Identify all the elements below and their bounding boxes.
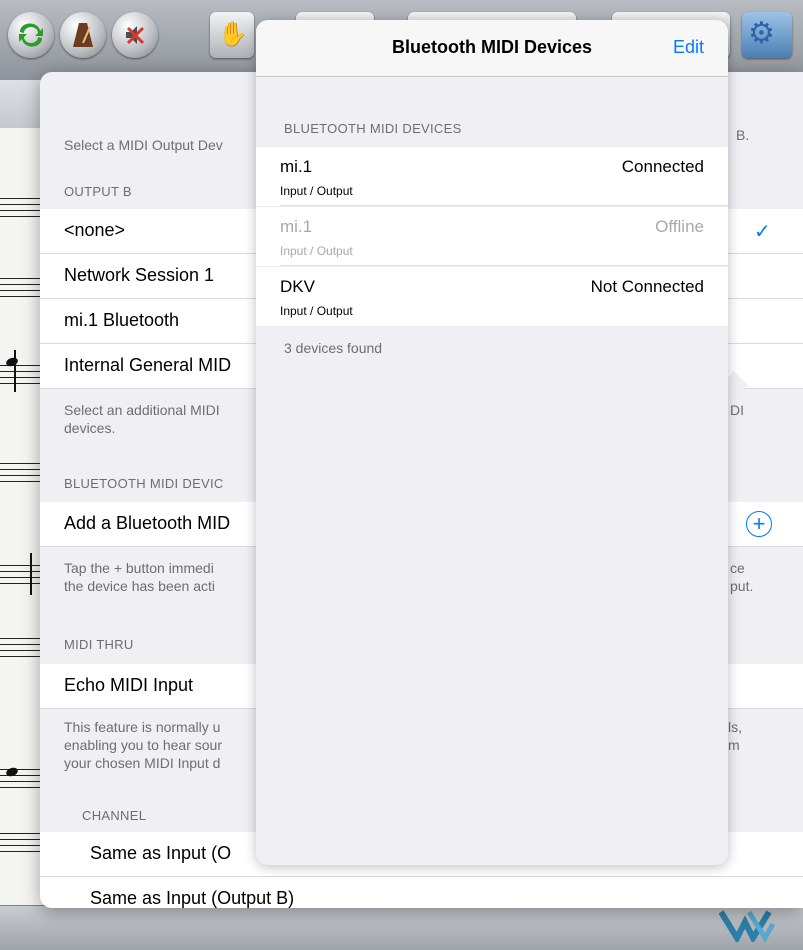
bluetooth-midi-header: BLUETOOTH MIDI DEVIC [64, 476, 224, 491]
row-divider [280, 265, 728, 266]
channel-option-label: Same as Input (O [90, 843, 232, 863]
output-option-label: mi.1 Bluetooth [64, 310, 180, 330]
devices-found-count: 3 devices found [284, 340, 383, 356]
feature-footer-line2: enabling you to hear sour [64, 737, 222, 753]
output-b-footer: Select a MIDI Output Dev [64, 137, 223, 153]
device-io: Input / Output [280, 304, 353, 318]
tap-footer-right2: put. [730, 578, 754, 594]
app-logo-icon [719, 910, 776, 942]
devices-section-header: BLUETOOTH MIDI DEVICES [284, 121, 462, 136]
staff-lines [0, 560, 40, 588]
add-circle-icon[interactable]: + [746, 511, 772, 537]
output-option-label: Network Session 1 [64, 265, 215, 285]
popover-title: Bluetooth MIDI Devices [391, 37, 593, 57]
device-row[interactable]: mi.1 Input / Output Offline [256, 207, 728, 266]
device-io: Input / Output [280, 184, 353, 198]
device-status: Not Connected [590, 277, 704, 296]
device-status: Connected [621, 157, 704, 176]
midi-thru-header: MIDI THRU [64, 637, 134, 652]
output-option-label: <none> [64, 220, 126, 240]
metronome-icon[interactable] [60, 12, 106, 58]
staff-lines [0, 764, 40, 792]
staff-lines [0, 828, 40, 856]
output-option-label: Internal General MID [64, 355, 232, 375]
note-stem [14, 350, 16, 392]
device-name: DKV [280, 277, 315, 296]
channel-option-label: Same as Input (Output B) [90, 888, 295, 908]
tap-footer-line2: the device has been acti [64, 578, 215, 594]
feature-footer-line1: This feature is normally u [64, 719, 221, 735]
staff-lines [0, 273, 40, 301]
hand-tool-icon[interactable]: ✋ [210, 12, 254, 58]
bottom-bar [0, 905, 803, 950]
sync-icon[interactable] [8, 12, 54, 58]
feature-footer-right1: ls, [728, 719, 742, 735]
additional-footer-right: DI [730, 402, 744, 418]
device-name: mi.1 [280, 217, 313, 236]
channel-option-same-as-input-output-b[interactable]: Same as Input (Output B) [40, 877, 803, 908]
staff-lines [0, 633, 40, 661]
device-name: mi.1 [280, 157, 313, 176]
output-b-footer-right: B. [736, 127, 750, 143]
row-divider [280, 205, 728, 206]
popover-nav-bar: Bluetooth MIDI Devices Edit [256, 20, 728, 77]
output-b-header: OUTPUT B [64, 184, 132, 199]
mute-icon[interactable] [112, 12, 158, 58]
settings-gear-icon[interactable]: ⚙ [742, 12, 792, 58]
feature-footer-line3: your chosen MIDI Input d [64, 755, 221, 771]
note-stem [30, 553, 32, 595]
bluetooth-midi-devices-popover: Bluetooth MIDI Devices Edit BLUETOOTH MI… [256, 20, 728, 865]
device-status: Offline [655, 217, 704, 236]
edit-button[interactable]: Edit [673, 37, 704, 58]
staff-lines [0, 458, 40, 486]
tap-footer-right1: ce [730, 560, 745, 576]
add-bluetooth-midi-label: Add a Bluetooth MID [64, 513, 231, 533]
tap-footer-line1: Tap the + button immedi [64, 560, 214, 576]
additional-footer-line1: Select an additional MIDI [64, 402, 220, 418]
staff-lines [0, 193, 40, 221]
additional-footer-line2: devices. [64, 420, 116, 436]
echo-midi-input-label: Echo MIDI Input [64, 675, 194, 695]
device-row[interactable]: mi.1 Input / Output Connected [256, 147, 728, 206]
device-io: Input / Output [280, 244, 353, 258]
checkmark-icon: ✓ [754, 221, 771, 243]
feature-footer-right2: m [728, 737, 740, 753]
channel-header: CHANNEL [82, 808, 147, 823]
device-row[interactable]: DKV Input / Output Not Connected [256, 267, 728, 326]
